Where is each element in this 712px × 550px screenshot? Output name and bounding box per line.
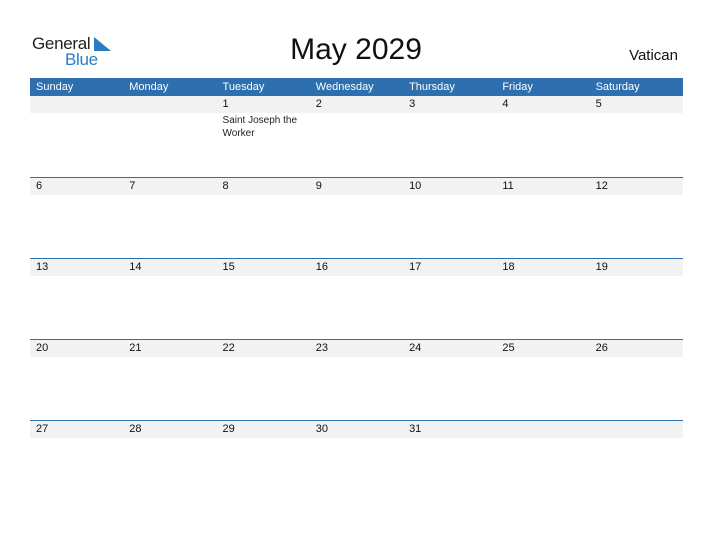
- day-number: 23: [315, 342, 329, 354]
- day-number: 7: [129, 180, 136, 192]
- day-number: [30, 96, 123, 113]
- day-event: [403, 113, 496, 140]
- day-event: [310, 276, 403, 277]
- day-event: Saint Joseph the Worker: [222, 115, 298, 139]
- day-number: 4: [502, 98, 509, 110]
- day-event: [217, 195, 310, 196]
- day-number: 8: [222, 180, 229, 192]
- day-number: 13: [36, 261, 49, 273]
- weekday-wednesday: Wednesday: [315, 81, 374, 93]
- day-event: [30, 113, 123, 140]
- day-number: 24: [409, 342, 422, 354]
- day-number: 15: [222, 261, 235, 273]
- day-event: [30, 195, 123, 196]
- day-number: 22: [222, 342, 235, 354]
- date-strip: 1 2 3 4 5: [30, 96, 683, 113]
- day-event: [30, 438, 123, 439]
- day-number: 11: [502, 180, 514, 192]
- day-number: 14: [129, 261, 142, 273]
- day-number: 28: [129, 423, 142, 435]
- day-event: [217, 438, 310, 439]
- day-number: 29: [222, 423, 235, 435]
- day-event: [403, 438, 496, 439]
- day-event: [496, 276, 589, 277]
- day-event: [590, 113, 683, 140]
- day-event: [123, 357, 216, 358]
- week-row: 6 7 8 9 10 11 12: [30, 177, 683, 258]
- day-event: [310, 113, 403, 140]
- day-event: [590, 357, 683, 358]
- events-row: [30, 357, 683, 358]
- day-event: [123, 276, 216, 277]
- day-number: [123, 96, 216, 113]
- country-label: Vatican: [629, 47, 678, 64]
- date-strip: 27 28 29 30 31: [30, 421, 683, 438]
- calendar-grid: Sunday Monday Tuesday Wednesday Thursday…: [30, 78, 683, 501]
- day-event: [123, 195, 216, 196]
- events-row: [30, 195, 683, 196]
- date-strip: 13 14 15 16 17 18 19: [30, 259, 683, 276]
- day-number: 6: [36, 180, 43, 192]
- day-number: 1: [222, 98, 229, 110]
- day-number: [590, 421, 683, 438]
- weekday-sunday: Sunday: [36, 81, 74, 93]
- day-number: 2: [315, 98, 322, 110]
- day-number: 18: [502, 261, 515, 273]
- day-event: [403, 195, 496, 196]
- day-event: [590, 195, 683, 196]
- day-event: [496, 357, 589, 358]
- day-number: 26: [595, 342, 608, 354]
- week-row: 20 21 22 23 24 25 26: [30, 339, 683, 420]
- day-number: 31: [409, 423, 422, 435]
- date-strip: 6 7 8 9 10 11 12: [30, 178, 683, 195]
- day-number: 20: [36, 342, 49, 354]
- weekday-friday: Friday: [502, 81, 533, 93]
- events-row: [30, 276, 683, 277]
- day-event: [217, 357, 310, 358]
- weeks-container: 1 2 3 4 5 Saint Joseph the Worker 6 7 8 9 10 11 12 13…: [30, 96, 683, 501]
- day-number: 27: [36, 423, 49, 435]
- day-event: [403, 357, 496, 358]
- day-event: [217, 276, 310, 277]
- day-event: [30, 276, 123, 277]
- day-event: [123, 438, 216, 439]
- day-event: [123, 113, 216, 140]
- day-event: [496, 113, 589, 140]
- weekday-thursday: Thursday: [409, 81, 455, 93]
- day-event: [310, 357, 403, 358]
- day-number: 12: [595, 180, 608, 192]
- weekday-saturday: Saturday: [595, 81, 640, 93]
- weekday-header: Sunday Monday Tuesday Wednesday Thursday…: [30, 78, 683, 96]
- day-number: 21: [129, 342, 142, 354]
- day-event: [590, 438, 683, 439]
- week-row: 27 28 29 30 31: [30, 420, 683, 501]
- date-strip: 20 21 22 23 24 25 26: [30, 340, 683, 357]
- day-number: [496, 421, 589, 438]
- day-number: 25: [502, 342, 515, 354]
- day-event: [590, 276, 683, 277]
- day-event: [403, 276, 496, 277]
- day-event: [310, 195, 403, 196]
- day-number: 5: [595, 98, 602, 110]
- events-row: [30, 438, 683, 439]
- day-number: 19: [595, 261, 608, 273]
- day-number: 30: [315, 423, 329, 435]
- day-number: 9: [315, 180, 322, 192]
- day-number: 16: [315, 261, 329, 273]
- calendar-title: May 2029: [290, 33, 422, 66]
- events-row: Saint Joseph the Worker: [30, 113, 683, 140]
- day-number: 10: [409, 180, 422, 192]
- day-event: [310, 438, 403, 439]
- day-event: [496, 438, 589, 439]
- day-event: [496, 195, 589, 196]
- day-number: 17: [409, 261, 422, 273]
- day-event: [30, 357, 123, 358]
- day-number: 3: [409, 98, 416, 110]
- weekday-tuesday: Tuesday: [222, 81, 265, 93]
- weekday-monday: Monday: [129, 81, 169, 93]
- week-row: 13 14 15 16 17 18 19: [30, 258, 683, 339]
- week-row: 1 2 3 4 5 Saint Joseph the Worker: [30, 96, 683, 177]
